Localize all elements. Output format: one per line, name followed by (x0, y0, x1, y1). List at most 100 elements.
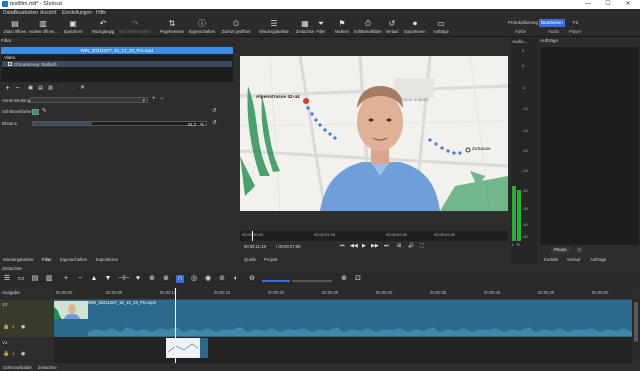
menu-view[interactable]: Ansicht (40, 10, 56, 16)
fast-forward-icon[interactable]: ▶▶ (371, 243, 379, 249)
zoom-icon[interactable]: ⛶ (420, 243, 424, 249)
key-color-swatch[interactable] (32, 109, 39, 115)
layout-color[interactable]: Farbe (515, 29, 526, 34)
timeline-playhead[interactable] (175, 288, 176, 363)
menu-help[interactable]: Hilfe (96, 10, 106, 16)
tab-filter[interactable]: Filter (42, 257, 52, 262)
zoom-in-icon[interactable]: ⊕ (340, 275, 348, 283)
player-ruler[interactable]: 00:00:00:00 00:00:01:00 00:00:02:00 00:0… (240, 231, 508, 241)
jobs-button[interactable]: ▭ Aufträge (426, 17, 456, 37)
minimize-button[interactable]: — (580, 0, 596, 9)
tab-playlist[interactable]: Wiedergabeliste (3, 257, 34, 262)
jobs-menu-button[interactable]: ≡ (576, 247, 583, 253)
tab-export[interactable]: Exportieren (96, 257, 118, 262)
snap-icon[interactable]: ∩ (176, 275, 184, 283)
lock-icon[interactable]: 🔒 (3, 324, 9, 330)
eyedropper-icon[interactable]: ✎ (42, 108, 47, 114)
volume-icon[interactable]: 🔊 (408, 243, 414, 249)
preset-combo[interactable]: ▾ (30, 97, 148, 103)
markers-button[interactable]: ⚑ Marken (330, 17, 354, 37)
open-other-button[interactable]: ▥ Andere öffnen... (28, 17, 58, 37)
play-icon[interactable]: ▶ (362, 243, 366, 249)
track-header-v1[interactable]: V1 🔒 ♪ ◉ (0, 338, 54, 362)
menu-edit[interactable]: Bearbeiten (14, 10, 38, 16)
filter-item-chroma-key[interactable]: Chroma Key: Einfach (2, 61, 232, 67)
mute-icon[interactable]: ♪ (12, 351, 15, 357)
save-filter-button[interactable]: ▥ (46, 85, 55, 92)
reset-key-color-icon[interactable]: ↺ (212, 108, 217, 114)
track-header-v2[interactable]: V2 🔒 ♪ ◉ (0, 300, 54, 337)
tab-history[interactable]: Verlauf (567, 257, 580, 262)
maximize-button[interactable]: ☐ (600, 0, 616, 9)
close-button[interactable]: ✕ (620, 0, 636, 9)
rewind-icon[interactable]: ◀◀ (350, 243, 358, 249)
skip-next-icon[interactable]: ⏭ (384, 243, 389, 249)
video-preview[interactable]: Alpenstrasse 42-44 Zuhause Sharon Imbach (240, 56, 508, 211)
zoom-fit-icon[interactable]: ⊡ (354, 275, 362, 283)
hide-icon[interactable]: ◉ (21, 324, 25, 330)
tab-timeline[interactable]: Zeitachse (38, 365, 57, 370)
remove-icon[interactable]: − (76, 275, 84, 283)
mute-icon[interactable]: ♪ (12, 324, 15, 330)
filter-button[interactable]: ⏷ Filter (310, 17, 332, 37)
remove-preset-button[interactable]: − (160, 96, 164, 102)
save-button[interactable]: ▣ Speichern (58, 17, 88, 37)
tab-properties[interactable]: Eigenschaften (60, 257, 87, 262)
menu-file[interactable]: Datei (3, 10, 15, 16)
lock-icon[interactable]: 🔒 (3, 351, 9, 357)
append-icon[interactable]: + (62, 275, 70, 283)
skip-previous-icon[interactable]: ⏮ (340, 243, 345, 249)
undo-button[interactable]: ↶ Rückgängig (88, 17, 118, 37)
lift-icon[interactable]: ▲ (90, 275, 98, 283)
player-playhead[interactable] (252, 231, 253, 241)
paste-icon[interactable]: ▥ (45, 275, 53, 283)
split-icon[interactable]: ⊣⊢ (118, 275, 130, 283)
ripple-markers-icon[interactable]: ◐ (232, 275, 240, 283)
distance-slider[interactable]: 34,2 % (32, 121, 207, 127)
add-filter-button[interactable]: + (3, 85, 12, 92)
timeline-ruler[interactable]: 00:00:00 00:00:05 00:00:10 00:00:15 00:0… (54, 288, 632, 300)
tab-source[interactable]: Quelle (244, 257, 256, 262)
track-v1[interactable] (54, 338, 632, 362)
next-marker-icon[interactable]: ⊗ (162, 275, 170, 283)
add-preset-button[interactable]: + (152, 96, 156, 102)
playlist-button[interactable]: ☰ Wiedergabeliste (256, 17, 292, 37)
marker-icon[interactable]: ♥ (134, 275, 142, 283)
copy-icon[interactable]: ▤ (31, 275, 39, 283)
layout-fx[interactable]: Fit (571, 19, 580, 27)
scrub-icon[interactable]: ◎ (190, 275, 198, 283)
overwrite-icon[interactable]: ▼ (104, 275, 112, 283)
timeline-menu-icon[interactable]: ☰ (3, 275, 11, 283)
move-down-button[interactable]: ⌄ (68, 85, 77, 92)
remove-filter-button[interactable]: − (13, 85, 22, 92)
redo-button[interactable]: ↷ Wiederherstellen (118, 17, 152, 37)
menu-settings[interactable]: Einstellungen (62, 10, 92, 16)
grid-icon[interactable]: ⊞ (397, 243, 401, 249)
scrollbar-thumb[interactable] (634, 302, 638, 342)
reset-distance-icon[interactable]: ↺ (212, 120, 217, 126)
open-file-button[interactable]: ▤ Datei öffnen (0, 17, 30, 37)
tab-encode[interactable]: Kodieln (544, 257, 558, 262)
pause-jobs-button[interactable]: Pause (551, 247, 570, 253)
ripple-icon[interactable]: ◉ (204, 275, 212, 283)
prev-marker-icon[interactable]: ⊕ (148, 275, 156, 283)
tab-project[interactable]: Projekt (264, 257, 277, 262)
timeline-scrollbar[interactable] (632, 300, 640, 362)
recent-button[interactable]: ⏲ Zuletzt geöffnet (219, 17, 253, 37)
layout-player[interactable]: Player (569, 29, 581, 34)
layout-edit[interactable]: Bearbeiten (539, 19, 565, 27)
properties-button[interactable]: ⓘ Eigenschaften (187, 17, 217, 37)
ripple-all-icon[interactable]: ⊘ (218, 275, 226, 283)
filter-enable-checkbox[interactable] (8, 62, 12, 66)
tab-jobs[interactable]: Aufträge (590, 257, 606, 262)
layout-audio[interactable]: Audio (548, 29, 559, 34)
paste-filter-button[interactable]: ▤ (36, 85, 45, 92)
zoom-slider[interactable] (292, 280, 332, 282)
copy-filter-button[interactable]: ▣ (26, 85, 35, 92)
jobs-list[interactable] (540, 47, 639, 245)
layout-logging[interactable]: Protokollierung (506, 19, 540, 27)
hide-icon[interactable]: ◉ (21, 351, 25, 357)
zoom-out-icon[interactable]: ⊖ (248, 275, 256, 283)
timeline-clip-main[interactable]: WIN_20211207_16_13_23_Pro.mp4 (54, 300, 632, 337)
peak-meter-button[interactable]: ⇅ Pegelmesser (157, 17, 187, 37)
